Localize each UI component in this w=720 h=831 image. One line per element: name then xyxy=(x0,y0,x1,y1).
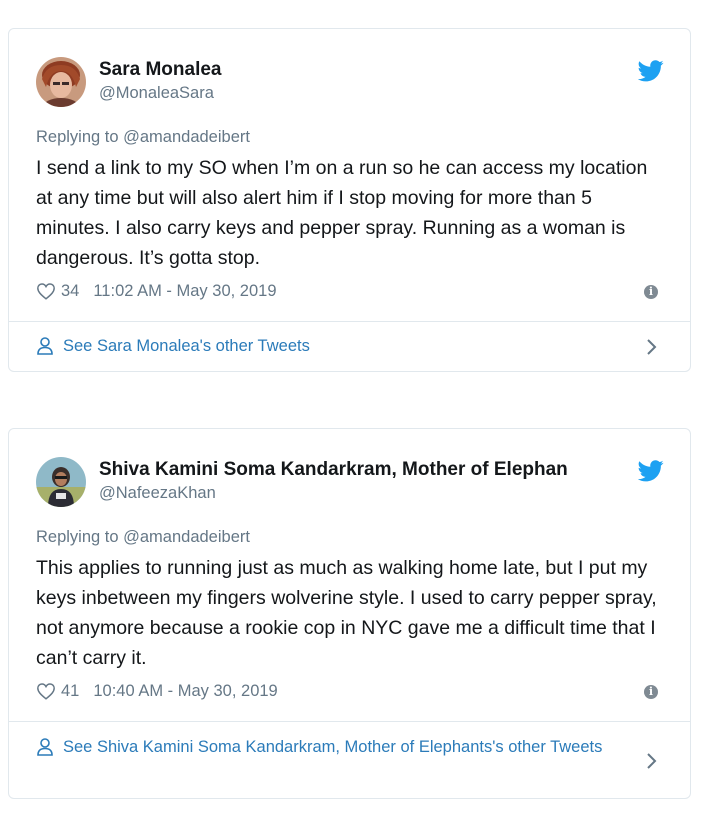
heart-icon[interactable] xyxy=(36,682,56,700)
heart-icon[interactable] xyxy=(36,282,56,300)
timestamp[interactable]: 11:02 AM - May 30, 2019 xyxy=(93,282,276,301)
twitter-bird-icon[interactable] xyxy=(638,460,664,482)
tweet-card: Sara Monalea @MonaleaSara Replying to @a… xyxy=(8,28,691,372)
see-other-tweets-link[interactable]: See Sara Monalea's other Tweets xyxy=(36,333,630,359)
tweet-card: Shiva Kamini Soma Kandarkram, Mother of … xyxy=(8,428,691,799)
user-handle[interactable]: @NafeezaKhan xyxy=(99,484,216,503)
avatar[interactable] xyxy=(36,57,86,107)
person-icon xyxy=(37,738,53,756)
twitter-bird-icon[interactable] xyxy=(638,60,664,82)
tweet-text: I send a link to my SO when I’m on a run… xyxy=(36,157,648,269)
person-icon xyxy=(37,337,53,355)
like-count[interactable]: 34 xyxy=(61,282,79,301)
user-handle[interactable]: @MonaleaSara xyxy=(99,84,214,103)
display-name[interactable]: Shiva Kamini Soma Kandarkram, Mother of … xyxy=(99,459,647,481)
info-icon[interactable]: i xyxy=(644,685,658,699)
chevron-right-icon[interactable] xyxy=(646,338,658,356)
like-count[interactable]: 41 xyxy=(61,682,79,701)
timestamp[interactable]: 10:40 AM - May 30, 2019 xyxy=(93,682,277,701)
see-other-tweets-label[interactable]: See Shiva Kamini Soma Kandarkram, Mother… xyxy=(63,734,602,760)
chevron-right-icon[interactable] xyxy=(646,752,658,770)
avatar[interactable] xyxy=(36,457,86,507)
tweet-meta: 34 11:02 AM - May 30, 2019 xyxy=(36,280,277,302)
see-other-tweets-label[interactable]: See Sara Monalea's other Tweets xyxy=(63,333,310,359)
divider xyxy=(9,321,690,322)
tweet-text: This applies to running just as much as … xyxy=(36,557,657,669)
info-icon[interactable]: i xyxy=(644,285,658,299)
replying-to[interactable]: Replying to @amandadeibert xyxy=(36,128,250,147)
replying-to[interactable]: Replying to @amandadeibert xyxy=(36,528,250,547)
see-other-tweets-link[interactable]: See Shiva Kamini Soma Kandarkram, Mother… xyxy=(36,734,630,760)
display-name[interactable]: Sara Monalea xyxy=(99,59,619,81)
tweet-meta: 41 10:40 AM - May 30, 2019 xyxy=(36,680,278,702)
divider xyxy=(9,721,690,722)
